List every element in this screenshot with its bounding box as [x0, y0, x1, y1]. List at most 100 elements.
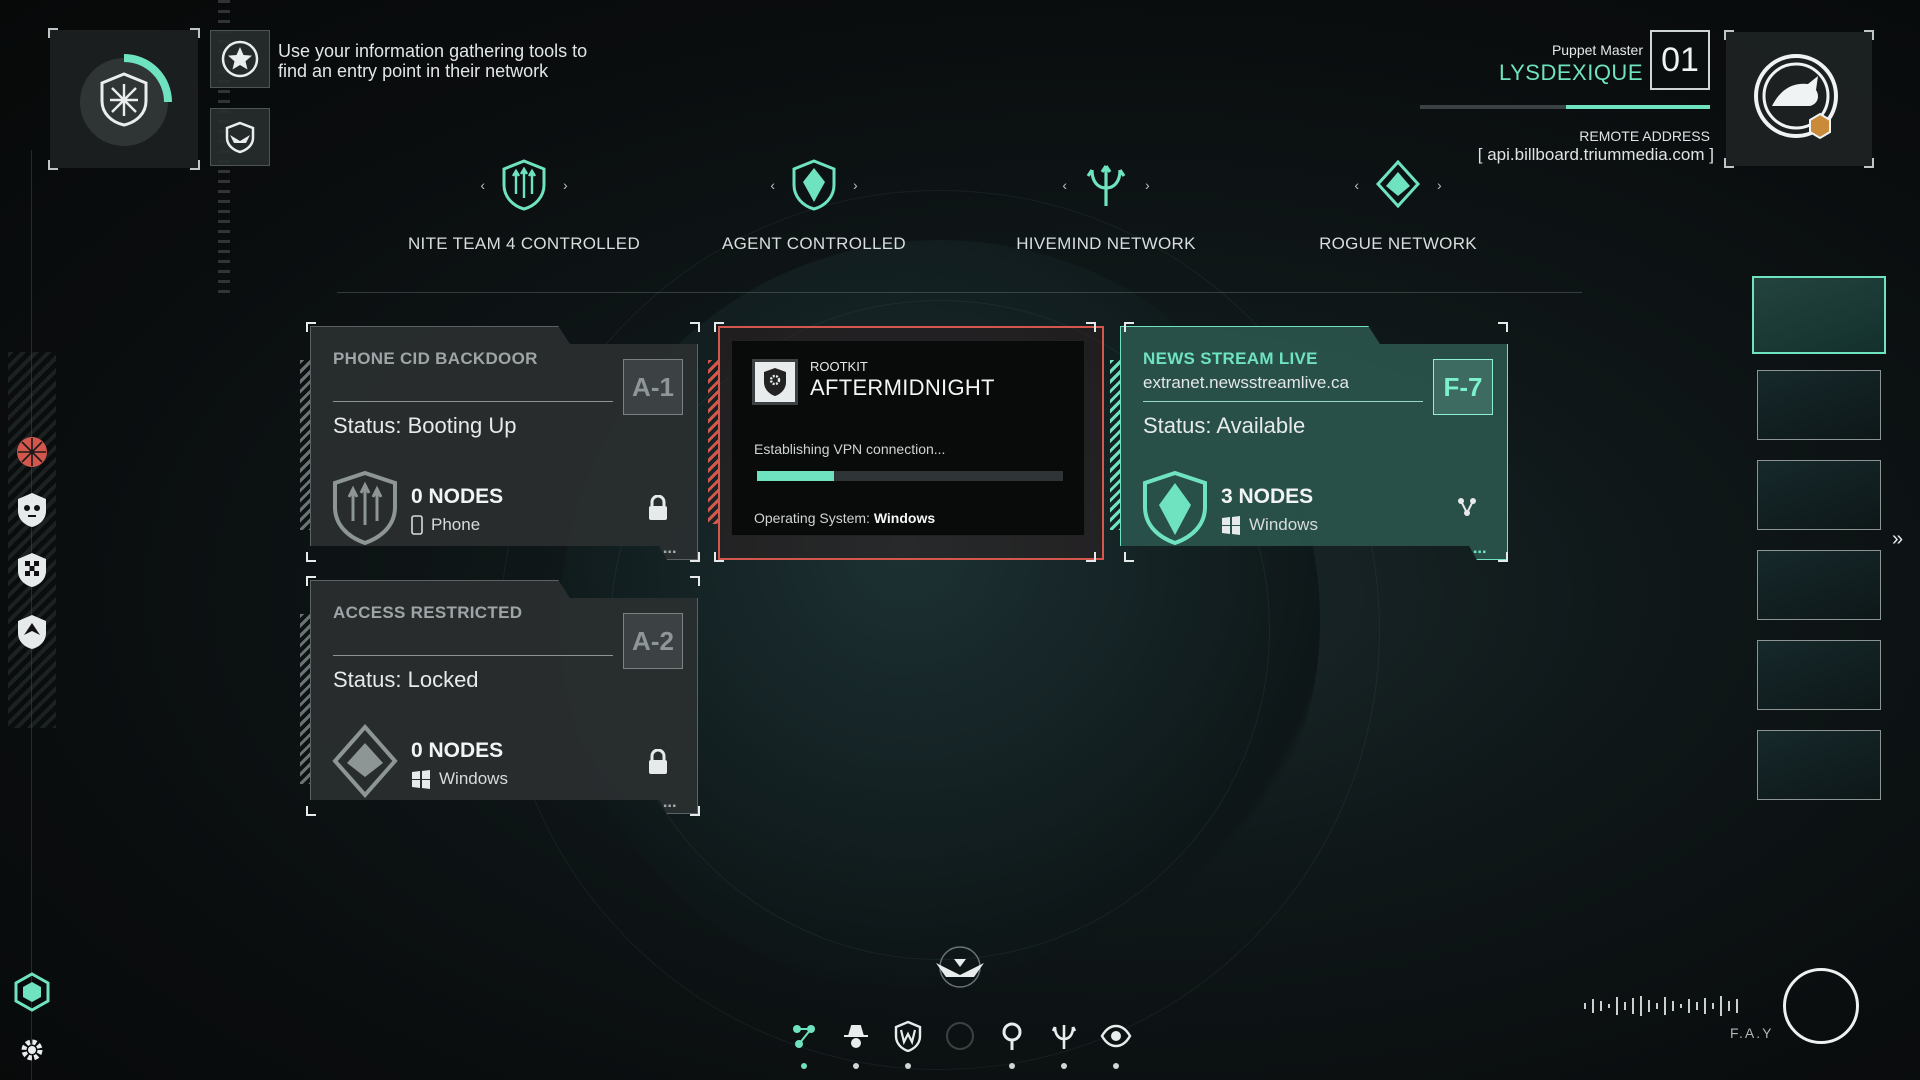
filter-label: NITE TEAM 4 CONTROLLED [407, 234, 641, 253]
card-corner [690, 806, 700, 816]
double-chevron-right-icon[interactable]: » [1892, 528, 1903, 551]
rootkit-title: AFTERMIDNIGHT [810, 375, 995, 400]
card-code: F-7 [1433, 359, 1493, 415]
network-card-a1[interactable]: PHONE CID BACKDOOR A-1 Status: Booting U… [310, 326, 698, 560]
chevron-right-icon[interactable]: › [853, 177, 858, 193]
rootkit-message: Establishing VPN connection... [754, 441, 946, 457]
map-thumbnail[interactable] [1757, 460, 1881, 530]
card-corner [1124, 552, 1134, 562]
card-status: Status: Locked [333, 667, 479, 692]
hex-logo-icon[interactable] [12, 972, 52, 1012]
agent-shield-icon [792, 159, 836, 211]
lock-icon [647, 495, 669, 521]
player-role-label: Puppet Master [1551, 42, 1643, 58]
map-thumbnail[interactable] [1757, 640, 1881, 710]
rogue-diamond-icon [329, 723, 401, 801]
card-os: Windows [1221, 515, 1318, 535]
card-dots: ▪▪▪▪▪ [1464, 547, 1487, 558]
card-corner [1086, 552, 1096, 562]
star-badge-button[interactable] [210, 30, 270, 88]
location-pin-icon[interactable] [994, 1018, 1030, 1054]
audio-waveform [1584, 994, 1770, 1018]
network-card-a2[interactable]: ACCESS RESTRICTED A-2 Status: Locked 0 N… [310, 580, 698, 814]
trident-icon[interactable] [1046, 1018, 1082, 1054]
card-os-label: Phone [431, 515, 481, 534]
card-node-count: 0 NODES [411, 739, 504, 762]
wing-badge-button[interactable] [210, 108, 270, 166]
filter-label: HIVEMIND NETWORK [1016, 234, 1196, 253]
empty-slot-icon[interactable] [942, 1018, 978, 1054]
card-corner [690, 576, 700, 586]
card-status: Status: Booting Up [333, 413, 517, 438]
target-icon[interactable] [12, 432, 52, 472]
chevron-right-icon[interactable]: › [1437, 177, 1442, 193]
nav-dot [905, 1063, 911, 1069]
star-badge-icon [221, 40, 259, 78]
rootkit-os-label: Operating System: [754, 510, 870, 526]
trident-shield-icon [329, 469, 401, 547]
card-divider [333, 401, 613, 402]
card-corner [1124, 322, 1134, 332]
card-corner [306, 552, 316, 562]
card-os: Windows [411, 769, 508, 789]
faction-emblem-panel[interactable] [48, 28, 200, 170]
filter-hivemind-network[interactable]: ‹ › HIVEMIND NETWORK [986, 150, 1226, 254]
card-title: PHONE CID BACKDOOR [333, 349, 538, 368]
faction-shield-icon [80, 54, 172, 146]
filter-label: AGENT CONTROLLED [722, 234, 906, 253]
card-stripe [708, 360, 718, 524]
card-os: Phone [411, 515, 480, 535]
lock-icon [647, 749, 669, 775]
spy-hat-icon[interactable] [838, 1018, 874, 1054]
chevron-left-icon[interactable]: ‹ [1354, 177, 1359, 193]
w-shield-icon[interactable] [890, 1018, 926, 1054]
chevron-left-icon[interactable]: ‹ [770, 177, 775, 193]
card-corner [714, 552, 724, 562]
player-avatar[interactable] [1724, 30, 1874, 168]
checker-shield-icon[interactable] [12, 550, 52, 590]
chevron-right-icon[interactable]: › [563, 177, 568, 193]
network-nodes-icon[interactable] [786, 1018, 822, 1054]
chevron-right-icon[interactable]: › [1145, 177, 1150, 193]
card-code: A-1 [623, 359, 683, 415]
map-thumbnail[interactable] [1757, 730, 1881, 800]
filter-rogue-network[interactable]: ‹ › ROGUE NETWORK [1278, 150, 1518, 254]
nav-dot-active [801, 1063, 807, 1069]
skull-shield-icon[interactable] [12, 490, 52, 530]
map-thumbnail[interactable] [1752, 276, 1886, 354]
card-node-count: 3 NODES [1221, 485, 1314, 508]
chevron-left-icon[interactable]: ‹ [1062, 177, 1067, 193]
chevron-left-icon[interactable]: ‹ [480, 177, 485, 193]
network-card-f7[interactable]: NEWS STREAM LIVE extranet.newsstreamlive… [1120, 326, 1508, 560]
card-corner [306, 322, 316, 332]
map-thumbnail[interactable] [1757, 550, 1881, 620]
card-corner [690, 552, 700, 562]
eagle-crest-icon [936, 946, 984, 988]
card-title: NEWS STREAM LIVE [1143, 349, 1318, 368]
card-node-count: 0 NODES [411, 485, 504, 508]
filter-nite-team-4[interactable]: ‹ › NITE TEAM 4 CONTROLLED [404, 150, 644, 254]
player-number: 01 [1650, 30, 1710, 90]
player-progress-bar [1420, 105, 1710, 109]
rootkit-os: Operating System: Windows [754, 510, 935, 526]
filter-divider [337, 292, 1582, 293]
wing-shield-icon [225, 121, 255, 154]
card-corner [714, 322, 724, 332]
card-os-label: Windows [439, 769, 508, 788]
filter-agent-controlled[interactable]: ‹ › AGENT CONTROLLED [694, 150, 934, 254]
map-thumbnail[interactable] [1757, 370, 1881, 440]
windows-icon [1221, 515, 1241, 535]
card-status: Status: Available [1143, 413, 1306, 438]
card-title: ACCESS RESTRICTED [333, 603, 523, 622]
eye-icon[interactable] [1098, 1018, 1134, 1054]
card-subtitle: extranet.newsstreamlive.ca [1143, 373, 1349, 392]
action-circle-button[interactable] [1783, 968, 1859, 1044]
card-stripe [300, 360, 310, 530]
card-divider [333, 655, 613, 656]
player-name: LYSDEXIQUE [1499, 60, 1643, 85]
filter-label: ROGUE NETWORK [1319, 234, 1477, 253]
settings-gear-icon[interactable] [12, 1030, 52, 1070]
eagle-shield-icon[interactable] [12, 612, 52, 652]
node-graph-icon[interactable] [1455, 495, 1479, 519]
card-corner [690, 322, 700, 332]
